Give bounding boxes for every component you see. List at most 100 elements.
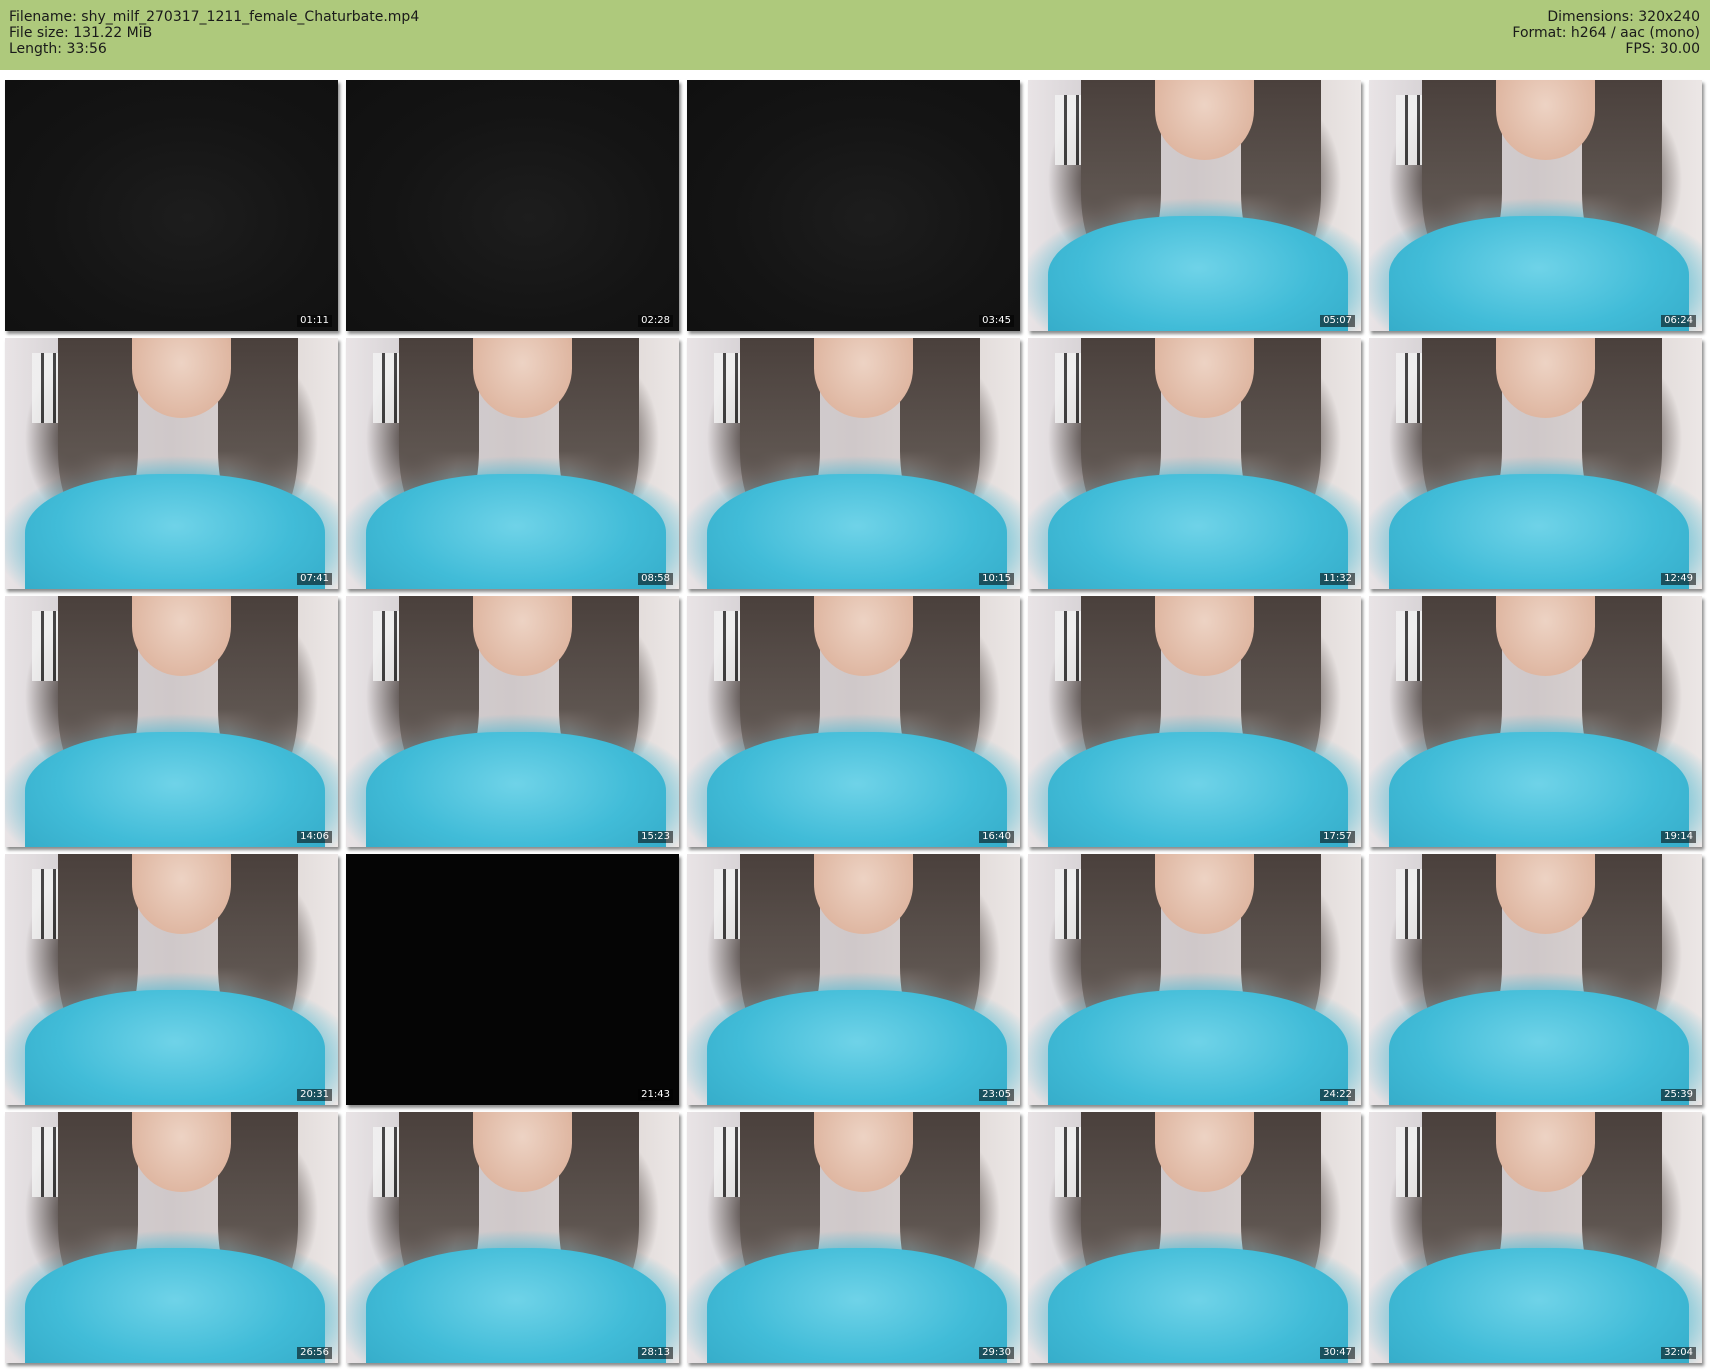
thumbnail: 29:30: [687, 1112, 1020, 1363]
thumbnail-frame: [1369, 854, 1702, 1105]
shirt: [706, 731, 1007, 847]
thumbnail: 07:41: [5, 338, 338, 589]
timestamp-label: 14:06: [297, 831, 332, 843]
face: [472, 596, 573, 677]
thumbnail: 20:31: [5, 854, 338, 1105]
timestamp-label: 32:04: [1661, 1347, 1696, 1359]
shirt: [365, 473, 666, 589]
timestamp-label: 26:56: [297, 1347, 332, 1359]
thumbnail-frame: [5, 854, 338, 1105]
face: [1154, 596, 1255, 677]
thumbnail: 17:57: [1028, 596, 1361, 847]
timestamp-label: 01:11: [297, 315, 332, 327]
face: [1495, 338, 1596, 419]
timestamp-label: 17:57: [1320, 831, 1355, 843]
shirt: [24, 731, 325, 847]
thumbnail-frame: [1369, 596, 1702, 847]
shirt: [1047, 731, 1348, 847]
thumbnail: 15:23: [346, 596, 679, 847]
timestamp-label: 20:31: [297, 1089, 332, 1101]
timestamp-label: 28:13: [638, 1347, 673, 1359]
face: [813, 596, 914, 677]
thumbnail: 32:04: [1369, 1112, 1702, 1363]
face: [472, 338, 573, 419]
timestamp-label: 03:45: [979, 315, 1014, 327]
face: [1154, 1112, 1255, 1193]
shirt: [1047, 215, 1348, 331]
shirt: [1047, 473, 1348, 589]
thumbnail: 02:28: [346, 80, 679, 331]
thumbnail: 25:39: [1369, 854, 1702, 1105]
thumbnail: 30:47: [1028, 1112, 1361, 1363]
thumbnail-frame: [1028, 80, 1361, 331]
thumbnail: 06:24: [1369, 80, 1702, 331]
shirt: [706, 1247, 1007, 1363]
thumbnail-frame: [1369, 80, 1702, 331]
thumbnail-frame: [346, 596, 679, 847]
thumbnail-frame: [687, 1112, 1020, 1363]
thumbnail: 12:49: [1369, 338, 1702, 589]
shirt: [1388, 473, 1689, 589]
timestamp-label: 11:32: [1320, 573, 1355, 585]
dimensions-text: Dimensions: 320x240: [1547, 9, 1700, 25]
shirt: [365, 1247, 666, 1363]
shirt: [1388, 1247, 1689, 1363]
face: [1154, 854, 1255, 935]
thumbnail-frame: [346, 338, 679, 589]
thumbnail-frame: [1028, 1112, 1361, 1363]
thumbnail: 11:32: [1028, 338, 1361, 589]
thumbnail: 23:05: [687, 854, 1020, 1105]
thumbnail-frame: [5, 338, 338, 589]
timestamp-label: 19:14: [1661, 831, 1696, 843]
face: [1495, 596, 1596, 677]
thumbnail-frame: [1028, 338, 1361, 589]
file-info-right: Dimensions: 320x240 Format: h264 / aac (…: [1512, 9, 1700, 57]
timestamp-label: 06:24: [1661, 315, 1696, 327]
thumbnail: 16:40: [687, 596, 1020, 847]
timestamp-label: 25:39: [1661, 1089, 1696, 1101]
info-header: Filename: shy_milf_270317_1211_female_Ch…: [0, 0, 1710, 70]
shirt: [706, 989, 1007, 1105]
timestamp-label: 02:28: [638, 315, 673, 327]
face: [813, 1112, 914, 1193]
thumbnail: 01:11: [5, 80, 338, 331]
thumbnail: 26:56: [5, 1112, 338, 1363]
file-info-left: Filename: shy_milf_270317_1211_female_Ch…: [9, 9, 419, 57]
shirt: [1047, 1247, 1348, 1363]
thumbnail: 14:06: [5, 596, 338, 847]
thumbnail: 08:58: [346, 338, 679, 589]
thumbnail-grid: 01:11 02:28 03:45 05:07 06:24 07:41 08:58 10:15…: [5, 80, 1705, 1365]
face: [472, 1112, 573, 1193]
face: [131, 854, 232, 935]
shirt: [24, 989, 325, 1105]
timestamp-label: 05:07: [1320, 315, 1355, 327]
face: [1495, 1112, 1596, 1193]
thumbnail-frame: [1028, 596, 1361, 847]
face: [1154, 80, 1255, 161]
timestamp-label: 23:05: [979, 1089, 1014, 1101]
timestamp-label: 29:30: [979, 1347, 1014, 1359]
thumbnail: 21:43: [346, 854, 679, 1105]
face: [813, 854, 914, 935]
face: [813, 338, 914, 419]
thumbnail-frame: [687, 80, 1020, 331]
length-text: Length: 33:56: [9, 41, 107, 57]
timestamp-label: 30:47: [1320, 1347, 1355, 1359]
timestamp-label: 08:58: [638, 573, 673, 585]
timestamp-label: 07:41: [297, 573, 332, 585]
thumbnail: 24:22: [1028, 854, 1361, 1105]
shirt: [24, 473, 325, 589]
file-size-text: File size: 131.22 MiB: [9, 25, 153, 41]
face: [131, 596, 232, 677]
timestamp-label: 24:22: [1320, 1089, 1355, 1101]
timestamp-label: 12:49: [1661, 573, 1696, 585]
format-text: Format: h264 / aac (mono): [1512, 25, 1700, 41]
thumbnail: 10:15: [687, 338, 1020, 589]
shirt: [1388, 215, 1689, 331]
thumbnail-frame: [5, 1112, 338, 1363]
shirt: [1388, 731, 1689, 847]
thumbnail-frame: [1369, 1112, 1702, 1363]
thumbnail: 05:07: [1028, 80, 1361, 331]
thumbnail-frame: [687, 338, 1020, 589]
timestamp-label: 10:15: [979, 573, 1014, 585]
